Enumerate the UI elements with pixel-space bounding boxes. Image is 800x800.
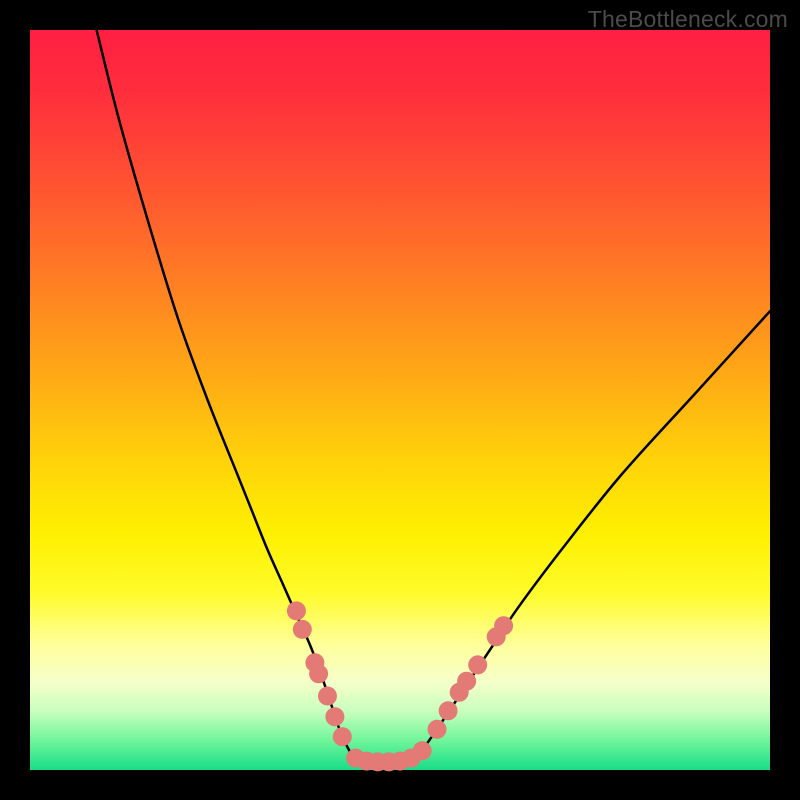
chart-svg [30,30,770,770]
highlight-marker [428,720,447,739]
chart-frame: TheBottleneck.com [0,0,800,800]
highlight-marker [325,707,344,726]
highlight-marker [318,687,337,706]
watermark-label: TheBottleneck.com [588,6,788,33]
mismatch-curve-path [97,30,770,763]
highlight-marker [309,664,328,683]
highlight-marker [457,672,476,691]
highlight-marker [293,620,312,639]
highlight-marker [333,727,352,746]
highlight-marker [494,616,513,635]
highlight-markers [287,601,513,771]
highlight-marker [439,701,458,720]
highlight-marker [413,741,432,760]
highlight-marker [287,601,306,620]
mismatch-curve [97,30,770,763]
highlight-marker [468,655,487,674]
